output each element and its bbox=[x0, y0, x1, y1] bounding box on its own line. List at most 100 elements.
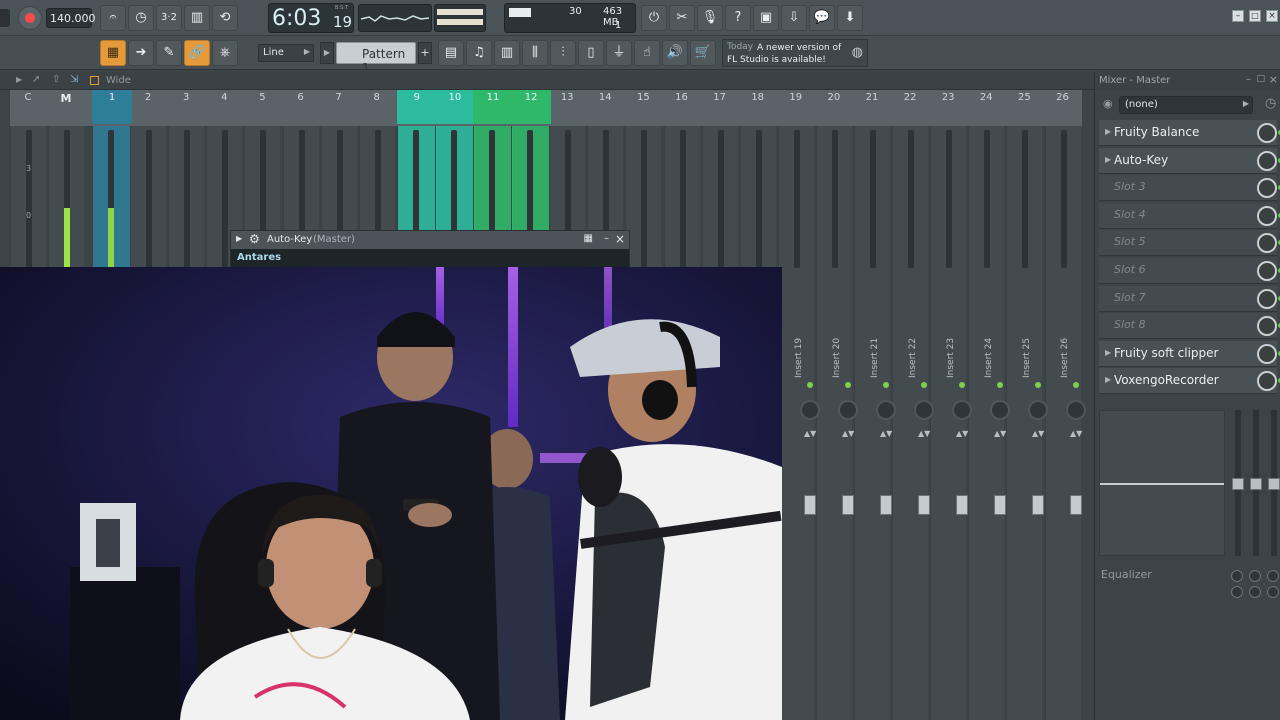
pattern-select[interactable]: Pattern 1 bbox=[336, 42, 416, 75]
maximize-button[interactable]: □ bbox=[1249, 10, 1261, 22]
effect-slot-5[interactable]: Slot 5 bbox=[1099, 230, 1280, 257]
arrow-icon[interactable]: ➜ bbox=[128, 40, 154, 66]
browser-icon[interactable]: ▯ bbox=[578, 40, 604, 66]
mixer-track-22[interactable] bbox=[892, 126, 929, 720]
preset-select[interactable]: (none) ▶ bbox=[1119, 96, 1253, 114]
stop-button[interactable] bbox=[0, 9, 10, 27]
pan-knob[interactable] bbox=[990, 400, 1010, 420]
volume-fader[interactable] bbox=[956, 495, 968, 515]
piano-roll-icon[interactable]: ▦ bbox=[100, 40, 126, 66]
volume-fader[interactable] bbox=[918, 495, 930, 515]
route-arrows-icon[interactable]: ▲▼ bbox=[804, 430, 816, 438]
volume-fader[interactable] bbox=[842, 495, 854, 515]
song-time-display[interactable]: 6:03 19 B:S:T bbox=[268, 3, 354, 33]
track-number-25[interactable]: 25 bbox=[1006, 92, 1042, 103]
effect-slot-1[interactable]: ▶ Fruity Balance bbox=[1099, 120, 1280, 146]
route-arrows-icon[interactable]: ▲▼ bbox=[842, 430, 854, 438]
touch-icon[interactable]: ☝ bbox=[634, 40, 660, 66]
mix-knob[interactable] bbox=[1257, 123, 1277, 143]
track-number-1[interactable]: 1 bbox=[92, 90, 132, 124]
link-icon[interactable]: 🔗 bbox=[184, 40, 210, 66]
grid-icon[interactable]: ▦ bbox=[584, 233, 593, 244]
track-led[interactable] bbox=[921, 382, 927, 388]
route-arrows-icon[interactable]: ▲▼ bbox=[1070, 430, 1082, 438]
add-pattern-button[interactable]: + bbox=[418, 42, 432, 64]
track-number-16[interactable]: 16 bbox=[664, 92, 700, 103]
eq-fader-1[interactable] bbox=[1232, 410, 1244, 556]
save-icon[interactable]: ▣ bbox=[753, 5, 779, 31]
cut-icon[interactable]: ✂ bbox=[669, 5, 695, 31]
track-number-11[interactable]: 11 bbox=[473, 90, 513, 124]
eq-fader-3[interactable] bbox=[1268, 410, 1280, 556]
eq-knob-2[interactable] bbox=[1249, 570, 1261, 582]
download-icon[interactable]: ⬇ bbox=[837, 5, 863, 31]
track-number-20[interactable]: 20 bbox=[816, 92, 852, 103]
track-number-13[interactable]: 13 bbox=[549, 92, 585, 103]
volume-fader[interactable] bbox=[1032, 495, 1044, 515]
tempo-display[interactable]: 140.000 bbox=[46, 8, 96, 28]
effect-slot-7[interactable]: Slot 7 bbox=[1099, 285, 1280, 312]
restore-icon[interactable]: □ bbox=[1256, 74, 1265, 84]
track-led[interactable] bbox=[997, 382, 1003, 388]
eq-knob-6[interactable] bbox=[1267, 586, 1279, 598]
mix-knob[interactable] bbox=[1257, 261, 1277, 281]
track-number-22[interactable]: 22 bbox=[892, 92, 928, 103]
stamp-icon[interactable]: ⎈ bbox=[212, 40, 238, 66]
track-number-10[interactable]: 10 bbox=[434, 90, 475, 124]
volume-fader[interactable] bbox=[804, 495, 816, 515]
loop-record-icon[interactable]: ⟲ bbox=[212, 5, 238, 31]
pan-knob[interactable] bbox=[1066, 400, 1086, 420]
snap-select[interactable]: Line ▶ bbox=[258, 44, 314, 62]
news-panel[interactable]: Today A newer version of FL Studio is av… bbox=[722, 39, 868, 67]
effect-slot-2[interactable]: ▶ Auto-Key bbox=[1099, 147, 1280, 174]
eq-knob-5[interactable] bbox=[1249, 586, 1261, 598]
chevron-right-icon[interactable]: ▶ bbox=[16, 75, 22, 84]
minimize-button[interactable]: – bbox=[1232, 10, 1244, 22]
chat-icon[interactable]: 💬 bbox=[809, 5, 835, 31]
chevron-right-icon[interactable]: ▶ bbox=[1105, 127, 1111, 136]
route-arrows-icon[interactable]: ▲▼ bbox=[880, 430, 892, 438]
metronome-icon[interactable]: 𝄐 bbox=[100, 5, 126, 31]
mixer-icon[interactable]: ⫼ bbox=[522, 40, 548, 66]
route-arrows-icon[interactable]: ▲▼ bbox=[918, 430, 930, 438]
eq-knob-1[interactable] bbox=[1231, 570, 1243, 582]
track-number-17[interactable]: 17 bbox=[702, 92, 738, 103]
record-button[interactable] bbox=[18, 6, 42, 30]
track-number-4[interactable]: 4 bbox=[206, 92, 242, 103]
track-number-6[interactable]: 6 bbox=[283, 92, 319, 103]
track-led[interactable] bbox=[883, 382, 889, 388]
plugin-titlebar[interactable]: ▶ ⚙ Auto-Key (Master) ▦ – × bbox=[231, 231, 629, 249]
effect-slot-8[interactable]: Slot 8 bbox=[1099, 313, 1280, 340]
effect-slot-4[interactable]: Slot 4 bbox=[1099, 202, 1280, 229]
mixer-track-23[interactable] bbox=[930, 126, 967, 720]
pan-knob[interactable] bbox=[800, 400, 820, 420]
mix-knob[interactable] bbox=[1257, 343, 1277, 364]
track-number-2[interactable]: 2 bbox=[130, 92, 166, 103]
minimize-icon[interactable]: – bbox=[604, 233, 609, 244]
track-number-14[interactable]: 14 bbox=[587, 92, 623, 103]
volume-fader[interactable] bbox=[1070, 495, 1082, 515]
mixer-track-19[interactable] bbox=[777, 126, 814, 720]
cart-icon[interactable]: 🛒 bbox=[690, 40, 716, 66]
resize-icon[interactable]: ⇲ bbox=[70, 74, 78, 85]
effect-slot-10[interactable]: ▶ VoxengoRecorder bbox=[1099, 368, 1280, 395]
playlist-icon[interactable]: ▤ bbox=[438, 40, 464, 66]
mixer-track-20[interactable] bbox=[815, 126, 852, 720]
route-arrows-icon[interactable]: ▲▼ bbox=[956, 430, 968, 438]
track-number-9[interactable]: 9 bbox=[396, 90, 437, 124]
help-icon[interactable]: ? bbox=[725, 5, 751, 31]
route-arrows-icon[interactable]: ▲▼ bbox=[1032, 430, 1044, 438]
close-icon[interactable]: × bbox=[1269, 73, 1278, 86]
panic-icon[interactable]: ⏻ bbox=[641, 5, 667, 31]
mix-knob[interactable] bbox=[1257, 233, 1277, 254]
track-number-21[interactable]: 21 bbox=[854, 92, 890, 103]
channel-rack-icon[interactable]: ▥ bbox=[494, 40, 520, 66]
track-number-19[interactable]: 19 bbox=[778, 92, 814, 103]
pan-knob[interactable] bbox=[914, 400, 934, 420]
mixer-track-24[interactable] bbox=[968, 126, 1005, 720]
track-number-26[interactable]: 26 bbox=[1045, 92, 1081, 103]
track-number-M[interactable]: M bbox=[48, 92, 84, 105]
mixer-track-25[interactable] bbox=[1006, 126, 1043, 720]
mix-knob[interactable] bbox=[1257, 205, 1277, 226]
wait-record-icon[interactable]: ◷ bbox=[128, 5, 154, 31]
